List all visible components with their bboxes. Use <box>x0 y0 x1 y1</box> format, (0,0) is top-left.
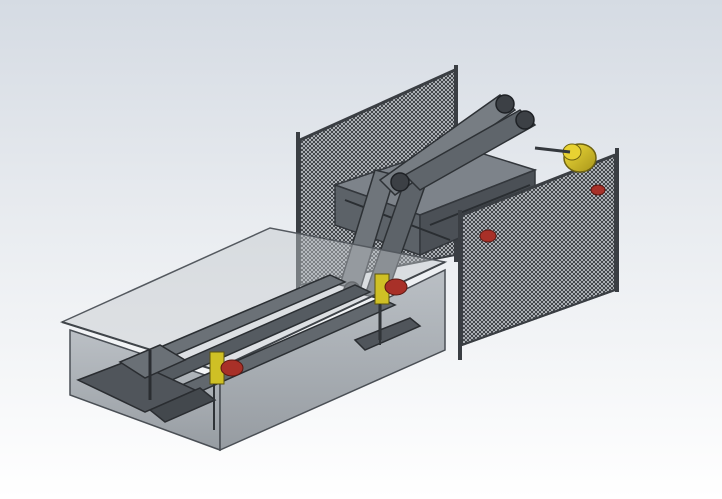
conveyor-machine-model[interactable] <box>0 0 722 499</box>
cad-viewport[interactable] <box>0 0 722 499</box>
yellow-spool[interactable] <box>534 143 597 173</box>
